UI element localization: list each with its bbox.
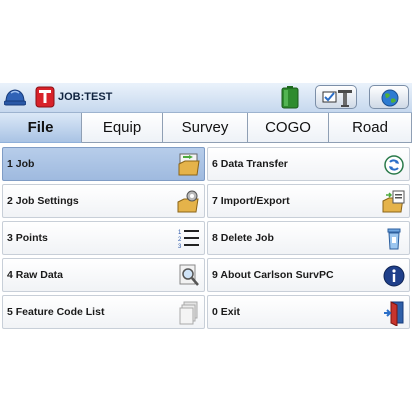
menu-item-points[interactable]: 3 Points 1 2 3 bbox=[2, 221, 205, 255]
tab-bar: File Equip Survey COGO Road bbox=[0, 113, 412, 143]
menu-item-label: 8 Delete Job bbox=[212, 232, 274, 244]
svg-text:1: 1 bbox=[178, 230, 182, 236]
svg-text:3: 3 bbox=[178, 244, 182, 250]
tab-cogo[interactable]: COGO bbox=[248, 113, 329, 143]
menu-item-about[interactable]: 9 About Carlson SurvPC bbox=[207, 258, 410, 292]
menu-item-label: 9 About Carlson SurvPC bbox=[212, 269, 334, 281]
equipment-button[interactable] bbox=[315, 85, 357, 109]
menu-item-job-settings[interactable]: 2 Job Settings bbox=[2, 184, 205, 218]
job-file-icon[interactable] bbox=[35, 86, 55, 108]
battery-icon bbox=[281, 86, 299, 109]
menu-item-label: 4 Raw Data bbox=[7, 269, 64, 281]
numbered-list-icon: 1 2 3 bbox=[178, 230, 199, 250]
tab-file[interactable]: File bbox=[0, 113, 82, 143]
import-export-icon bbox=[382, 190, 405, 213]
menu-item-label: 1 Job bbox=[7, 158, 35, 170]
title-bar: JOB:TEST bbox=[0, 83, 412, 113]
menu-item-label: 0 Exit bbox=[212, 306, 241, 318]
folder-settings-icon bbox=[177, 190, 199, 213]
exit-door-icon bbox=[384, 301, 404, 326]
menu-item-label: 2 Job Settings bbox=[7, 195, 79, 207]
menu-item-raw-data[interactable]: 4 Raw Data bbox=[2, 258, 205, 292]
magnifier-document-icon bbox=[179, 264, 199, 286]
menu-item-exit[interactable]: 0 Exit bbox=[207, 295, 410, 329]
menu-item-label: 6 Data Transfer bbox=[212, 158, 288, 170]
app-screen: JOB:TEST File Equip Survey COGO Road 1 J… bbox=[0, 83, 412, 329]
equipment-icon bbox=[322, 90, 352, 107]
open-folder-icon bbox=[178, 153, 200, 176]
file-menu-grid: 1 Job 2 Job Settings 3 Points 1 2 3 4 Ra… bbox=[0, 145, 412, 329]
tab-equip[interactable]: Equip bbox=[82, 113, 163, 143]
menu-item-data-transfer[interactable]: 6 Data Transfer bbox=[207, 147, 410, 181]
job-title: JOB:TEST bbox=[58, 91, 113, 103]
menu-item-job[interactable]: 1 Job bbox=[2, 147, 205, 181]
svg-text:2: 2 bbox=[178, 237, 182, 243]
globe-icon bbox=[381, 89, 399, 107]
tab-survey[interactable]: Survey bbox=[163, 113, 248, 143]
map-button[interactable] bbox=[369, 85, 409, 109]
sync-icon bbox=[384, 155, 404, 175]
stacked-pages-icon bbox=[179, 301, 198, 325]
menu-item-feature-code-list[interactable]: 5 Feature Code List bbox=[2, 295, 205, 329]
hard-hat-icon[interactable] bbox=[4, 87, 26, 107]
menu-item-delete-job[interactable]: 8 Delete Job bbox=[207, 221, 410, 255]
menu-item-label: 7 Import/Export bbox=[212, 195, 290, 207]
recycle-bin-icon bbox=[387, 228, 401, 250]
menu-item-label: 3 Points bbox=[7, 232, 48, 244]
info-icon bbox=[383, 265, 405, 287]
tab-road[interactable]: Road bbox=[329, 113, 412, 143]
menu-item-import-export[interactable]: 7 Import/Export bbox=[207, 184, 410, 218]
menu-item-label: 5 Feature Code List bbox=[7, 306, 105, 318]
